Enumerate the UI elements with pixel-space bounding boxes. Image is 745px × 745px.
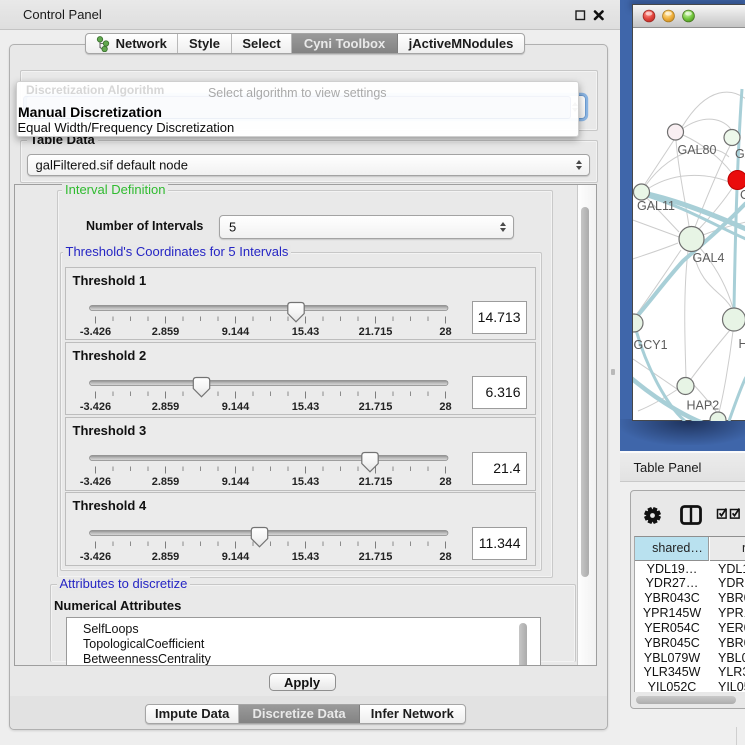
svg-text:GAL80: GAL80 [677, 143, 716, 157]
svg-text:28: 28 [439, 401, 451, 413]
svg-text:CY: CY [740, 188, 745, 202]
svg-text:9.144: 9.144 [221, 326, 249, 338]
svg-text:-3.426: -3.426 [79, 401, 110, 413]
svg-text:28: 28 [439, 476, 451, 488]
svg-text:2.859: 2.859 [151, 326, 179, 338]
svg-text:21.715: 21.715 [358, 401, 392, 413]
svg-text:15.43: 15.43 [291, 401, 319, 413]
svg-text:21.715: 21.715 [358, 551, 392, 563]
svg-text:2.859: 2.859 [151, 476, 179, 488]
svg-text:GCY1: GCY1 [633, 338, 667, 352]
svg-text:15.43: 15.43 [291, 551, 319, 563]
svg-text:-3.426: -3.426 [79, 326, 110, 338]
svg-text:15.43: 15.43 [291, 476, 319, 488]
svg-text:-3.426: -3.426 [79, 476, 110, 488]
svg-text:15.43: 15.43 [291, 326, 319, 338]
svg-text:-3.426: -3.426 [79, 551, 110, 563]
svg-text:21.715: 21.715 [358, 476, 392, 488]
svg-text:28: 28 [439, 551, 451, 563]
svg-text:28: 28 [439, 326, 451, 338]
svg-text:9.144: 9.144 [221, 401, 249, 413]
svg-text:GAL11: GAL11 [637, 199, 675, 213]
svg-text:2.859: 2.859 [151, 551, 179, 563]
svg-text:GAL4: GAL4 [735, 147, 745, 161]
svg-text:21.715: 21.715 [358, 326, 392, 338]
svg-text:2.859: 2.859 [151, 401, 179, 413]
svg-text:9.144: 9.144 [221, 551, 249, 563]
svg-text:HIS: HIS [738, 337, 745, 351]
svg-text:GAL4: GAL4 [692, 251, 724, 265]
svg-text:HAP2: HAP2 [686, 398, 719, 412]
svg-text:9.144: 9.144 [221, 476, 249, 488]
